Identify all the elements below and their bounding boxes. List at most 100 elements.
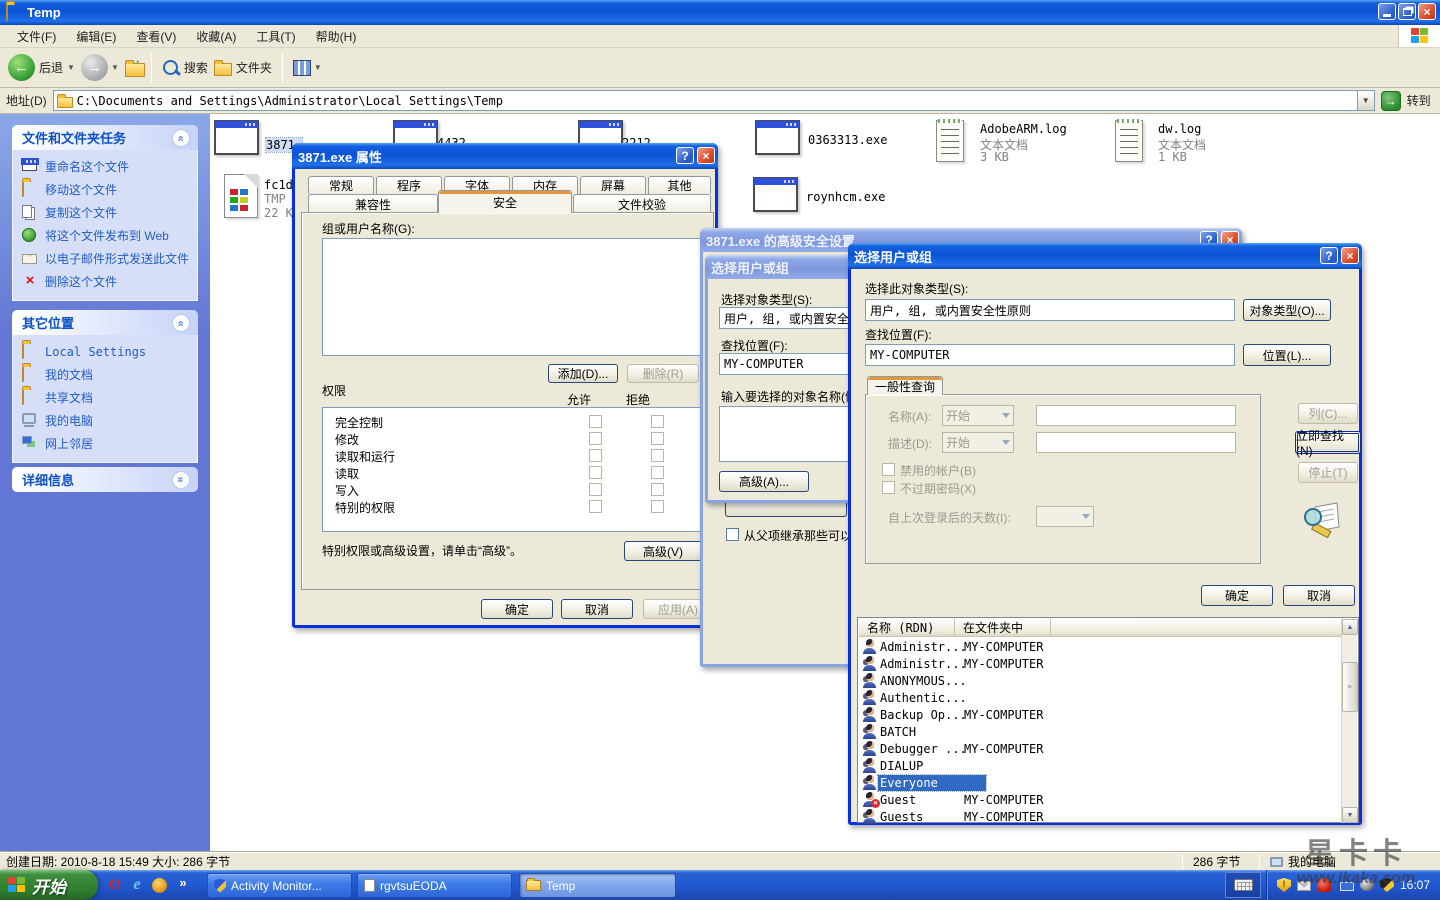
quicklaunch-overflow-chevron[interactable]: »	[174, 873, 192, 891]
collapse-chevron-icon[interactable]: «	[172, 129, 190, 147]
search-button[interactable]: 搜索	[162, 59, 208, 77]
file-label[interactable]: dw.log	[1158, 122, 1201, 136]
place-shared-documents[interactable]: 共享文档	[22, 390, 191, 406]
inherit-checkbox[interactable]	[726, 528, 739, 541]
close-button[interactable]: ×	[697, 147, 715, 164]
address-dropdown-button[interactable]: ▼	[1357, 91, 1374, 110]
ok-button[interactable]: 确定	[481, 599, 553, 619]
tab-common-queries[interactable]: 一般性查询	[867, 376, 943, 395]
cancel-button[interactable]: 取消	[561, 599, 633, 619]
stop-button[interactable]: 停止(T)	[1298, 462, 1358, 483]
close-button[interactable]: ×	[1341, 247, 1359, 264]
up-button[interactable]: ↑	[125, 59, 141, 77]
address-field[interactable]: ▼	[53, 90, 1375, 111]
file-icon-0363313[interactable]	[755, 120, 800, 155]
advanced-button[interactable]: 高级(A)...	[719, 471, 809, 492]
place-network[interactable]: 网上邻居	[22, 436, 191, 452]
go-label[interactable]: 转到	[1407, 92, 1431, 109]
place-my-computer[interactable]: 我的电脑	[22, 413, 191, 429]
remove-button[interactable]: 删除(R)	[627, 364, 699, 383]
non-expiring-password-checkbox[interactable]	[882, 481, 895, 494]
advanced-button[interactable]: 高级(V)	[624, 541, 702, 561]
address-input[interactable]	[77, 92, 1353, 109]
expand-chevron-icon[interactable]: «	[172, 471, 190, 489]
ie-quicklaunch-icon[interactable]: e	[128, 876, 146, 894]
taskbar-item-activity-monitor[interactable]: Activity Monitor...	[207, 873, 352, 898]
task-email-file[interactable]: 以电子邮件形式发送此文件	[22, 251, 191, 267]
description-operator-combo[interactable]: 开始	[942, 432, 1014, 453]
find-now-button[interactable]: 立即查找(N)	[1295, 431, 1361, 454]
minimize-button[interactable]	[1378, 3, 1396, 20]
name-operator-combo[interactable]: 开始	[942, 405, 1014, 426]
other-places-header[interactable]: 其它位置 «	[12, 310, 198, 335]
allow-checkbox[interactable]	[589, 432, 602, 445]
back-dropdown-icon[interactable]: ▼	[67, 63, 75, 72]
forward-button[interactable]: → ▼	[81, 54, 119, 81]
security-alert-tray-icon[interactable]: !	[1277, 878, 1291, 892]
allow-checkbox[interactable]	[589, 500, 602, 513]
tab-screen[interactable]: 屏幕	[580, 176, 646, 194]
name-input[interactable]	[1036, 405, 1236, 426]
place-local-settings[interactable]: Local Settings	[22, 344, 191, 360]
properties-titlebar[interactable]: 3871.exe 属性 ? ×	[292, 143, 718, 169]
deny-checkbox[interactable]	[651, 500, 664, 513]
group-user-list[interactable]	[322, 238, 704, 356]
scroll-up-button[interactable]: ▲	[1342, 619, 1358, 635]
file-icon-adobearm-log[interactable]	[936, 120, 964, 162]
file-label[interactable]: AdobeARM.log	[980, 122, 1067, 136]
menu-view[interactable]: 查看(V)	[127, 26, 185, 47]
opera-quicklaunch-icon[interactable]: O	[106, 876, 124, 894]
menu-favorites[interactable]: 收藏(A)	[187, 26, 245, 47]
close-button[interactable]: ×	[1418, 3, 1436, 20]
file-tasks-header[interactable]: 文件和文件夹任务 «	[12, 125, 198, 150]
days-combo[interactable]	[1036, 506, 1094, 527]
place-my-documents[interactable]: 我的文档	[22, 367, 191, 383]
file-icon-3871[interactable]	[214, 120, 259, 155]
menu-tools[interactable]: 工具(T)	[247, 26, 304, 47]
locations-button[interactable]: 位置(L)...	[1243, 344, 1331, 366]
allow-checkbox[interactable]	[589, 483, 602, 496]
help-button[interactable]: ?	[1320, 247, 1338, 264]
deny-checkbox[interactable]	[651, 466, 664, 479]
ok-button[interactable]: 确定	[1201, 585, 1273, 606]
go-button[interactable]: →	[1381, 91, 1401, 111]
start-button[interactable]: 开始	[0, 870, 98, 900]
collapse-chevron-icon[interactable]: «	[172, 314, 190, 332]
columns-button[interactable]: 列(C)...	[1298, 403, 1358, 424]
file-icon-roynhcm[interactable]	[753, 177, 798, 212]
network-tray-icon[interactable]	[1340, 882, 1354, 891]
views-button[interactable]: ▼	[293, 60, 322, 76]
object-types-button[interactable]: 对象类型(O)...	[1243, 299, 1331, 321]
help-button[interactable]: ?	[676, 147, 694, 164]
forward-dropdown-icon[interactable]: ▼	[111, 63, 119, 72]
tab-general[interactable]: 常规	[308, 176, 374, 194]
column-name-rdn[interactable]: 名称 (RDN)	[859, 619, 955, 637]
task-publish-file[interactable]: 将这个文件发布到 Web	[22, 228, 191, 244]
back-button[interactable]: ← 后退 ▼	[8, 54, 75, 81]
deny-checkbox[interactable]	[651, 449, 664, 462]
disabled-accounts-checkbox[interactable]	[882, 463, 895, 476]
folders-button[interactable]: 文件夹	[214, 59, 272, 76]
select-titlebar[interactable]: 选择用户或组 ? ×	[848, 243, 1362, 269]
menu-help[interactable]: 帮助(H)	[307, 26, 366, 47]
allow-checkbox[interactable]	[589, 415, 602, 428]
deny-checkbox[interactable]	[651, 432, 664, 445]
language-bar[interactable]	[1225, 872, 1261, 898]
clock[interactable]: 16:07	[1400, 878, 1430, 892]
allow-checkbox[interactable]	[589, 449, 602, 462]
scroll-down-button[interactable]: ▼	[1342, 807, 1358, 823]
add-button[interactable]: 添加(D)...	[548, 364, 618, 383]
scrollbar-thumb[interactable]: ≡	[1342, 662, 1358, 712]
vertical-scrollbar[interactable]: ▲ ≡ ▼	[1341, 619, 1357, 823]
volume-tray-icon[interactable]	[1360, 879, 1374, 891]
task-rename-file[interactable]: 重命名这个文件	[22, 159, 191, 175]
task-copy-file[interactable]: 复制这个文件	[22, 205, 191, 221]
mail-tray-icon[interactable]	[1297, 881, 1311, 891]
search-results-list[interactable]: 名称 (RDN) 在文件夹中 Administr...MY-COMPUTER A…	[857, 617, 1359, 823]
file-icon-fc1d8[interactable]	[224, 174, 258, 218]
description-input[interactable]	[1036, 432, 1236, 453]
cancel-button[interactable]: 取消	[1283, 585, 1355, 606]
details-header[interactable]: 详细信息 «	[12, 467, 198, 492]
file-icon-dw-log[interactable]	[1115, 120, 1143, 162]
taskbar-item-temp[interactable]: Temp	[519, 873, 676, 898]
